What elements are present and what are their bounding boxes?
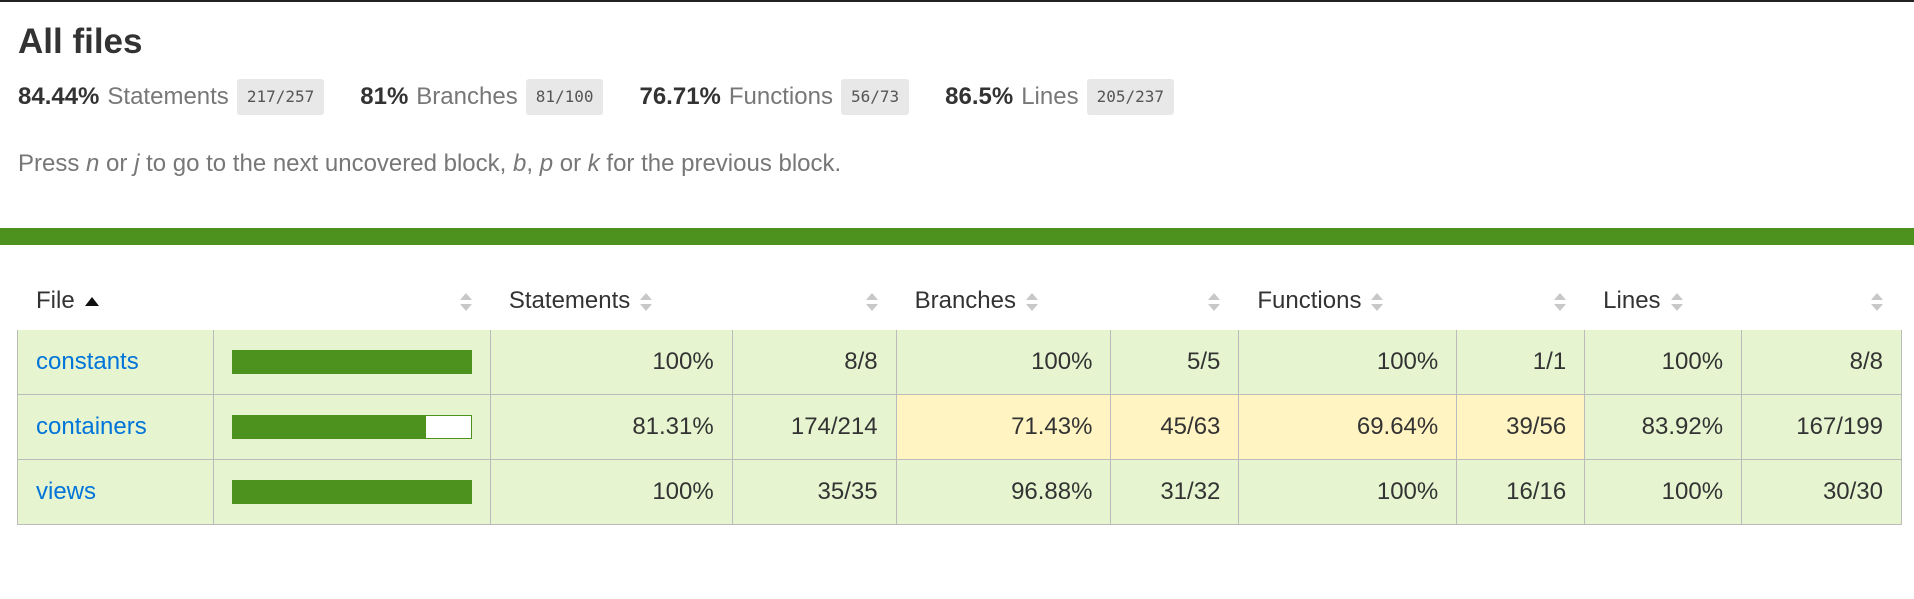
- sort-icon: [1371, 292, 1384, 311]
- summary-fraction: 56/73: [840, 79, 910, 115]
- summary-pct: 81%: [360, 83, 409, 110]
- summary-fraction: 205/237: [1086, 79, 1174, 115]
- header-statements-raw[interactable]: [732, 273, 896, 330]
- file-cell: constants: [17, 329, 214, 395]
- coverage-bar-cell: [212, 459, 491, 525]
- lines-pct: 83.92%: [1584, 394, 1743, 460]
- sort-icon: [640, 292, 653, 311]
- header-branches[interactable]: Branches: [896, 273, 1111, 330]
- summary-functions: 76.71% Functions 56/73: [639, 79, 910, 115]
- sort-icon: [1670, 292, 1683, 311]
- header-functions[interactable]: Functions: [1239, 273, 1457, 330]
- sort-icon: [1871, 292, 1883, 311]
- statements-pct: 100%: [489, 329, 733, 395]
- summary-branches: 81% Branches 81/100: [360, 79, 604, 115]
- summary-pct: 76.71%: [639, 83, 721, 110]
- coverage-bar-cell: [212, 329, 491, 395]
- sort-icon: [1554, 292, 1567, 311]
- coverage-bar-fill: [232, 481, 471, 503]
- coverage-bar: [231, 350, 472, 374]
- summary-label: Statements: [107, 83, 229, 110]
- statements-fraction: 8/8: [731, 329, 897, 395]
- coverage-rows: constants 100% 8/8 100% 5/5 100% 1/1 100% 8/8 con…: [17, 329, 1902, 525]
- functions-fraction: 39/56: [1456, 394, 1586, 460]
- lines-pct: 100%: [1584, 329, 1743, 395]
- header-file-chart[interactable]: [213, 273, 490, 330]
- branches-pct: 100%: [895, 329, 1112, 395]
- header-lines-raw[interactable]: [1742, 273, 1902, 330]
- file-link[interactable]: views: [36, 478, 96, 505]
- lines-fraction: 8/8: [1741, 329, 1902, 395]
- header-file[interactable]: File: [18, 273, 214, 330]
- summary-fraction: 81/100: [525, 79, 604, 115]
- coverage-bar-fill: [232, 416, 427, 438]
- lines-pct: 100%: [1584, 459, 1743, 525]
- summary-pct: 84.44%: [18, 83, 100, 110]
- branches-pct: 96.88%: [895, 459, 1112, 525]
- header-area: All files 84.44% Statements 217/257 81% …: [0, 2, 1914, 178]
- statements-fraction: 174/214: [731, 394, 897, 460]
- coverage-status-line: [0, 228, 1914, 245]
- header-lines[interactable]: Lines: [1585, 273, 1742, 330]
- sort-ascending-icon: [84, 297, 99, 307]
- functions-pct: 100%: [1238, 329, 1458, 395]
- coverage-summary: 84.44% Statements 217/257 81% Branches 8…: [18, 78, 1896, 116]
- summary-statements: 84.44% Statements 217/257: [18, 79, 325, 115]
- coverage-bar-cell: [212, 394, 491, 460]
- summary-lines: 86.5% Lines 205/237: [945, 79, 1174, 115]
- coverage-bar: [231, 415, 472, 439]
- file-link[interactable]: containers: [36, 413, 147, 440]
- lines-fraction: 167/199: [1741, 394, 1902, 460]
- branches-fraction: 45/63: [1110, 394, 1240, 460]
- branches-pct: 71.43%: [895, 394, 1112, 460]
- statements-fraction: 35/35: [731, 459, 897, 525]
- file-cell: containers: [17, 394, 214, 460]
- functions-fraction: 1/1: [1456, 329, 1586, 395]
- file-link[interactable]: constants: [36, 348, 139, 375]
- coverage-bar-fill: [232, 351, 471, 373]
- summary-label: Branches: [416, 83, 518, 110]
- statements-pct: 100%: [489, 459, 733, 525]
- file-cell: views: [17, 459, 214, 525]
- lines-fraction: 30/30: [1741, 459, 1902, 525]
- table-row: constants 100% 8/8 100% 5/5 100% 1/1 100% 8/8: [17, 329, 1902, 395]
- branches-fraction: 5/5: [1110, 329, 1240, 395]
- table-row: views 100% 35/35 96.88% 31/32 100% 16/16 100% 30…: [17, 459, 1902, 525]
- sort-icon: [1208, 292, 1221, 311]
- table-row: containers 81.31% 174/214 71.43% 45/63 69.64%…: [17, 394, 1902, 460]
- coverage-bar: [231, 480, 472, 504]
- sort-icon: [459, 292, 472, 311]
- functions-pct: 100%: [1238, 459, 1458, 525]
- functions-pct: 69.64%: [1238, 394, 1458, 460]
- summary-label: Functions: [728, 83, 833, 110]
- branches-fraction: 31/32: [1110, 459, 1240, 525]
- summary-label: Lines: [1021, 83, 1079, 110]
- sort-icon: [1026, 292, 1038, 311]
- summary-fraction: 217/257: [236, 79, 325, 115]
- header-functions-raw[interactable]: [1457, 273, 1585, 330]
- functions-fraction: 16/16: [1456, 459, 1586, 525]
- summary-pct: 86.5%: [945, 83, 1014, 110]
- sort-icon: [865, 292, 878, 311]
- header-branches-raw[interactable]: [1111, 273, 1239, 330]
- header-statements[interactable]: Statements: [490, 273, 732, 330]
- page-title: All files: [18, 22, 143, 61]
- keyboard-help: Press n or j to go to the next uncovered…: [18, 150, 842, 177]
- statements-pct: 81.31%: [489, 394, 733, 460]
- coverage-table: File Statements Branches Functions Lines…: [17, 272, 1902, 525]
